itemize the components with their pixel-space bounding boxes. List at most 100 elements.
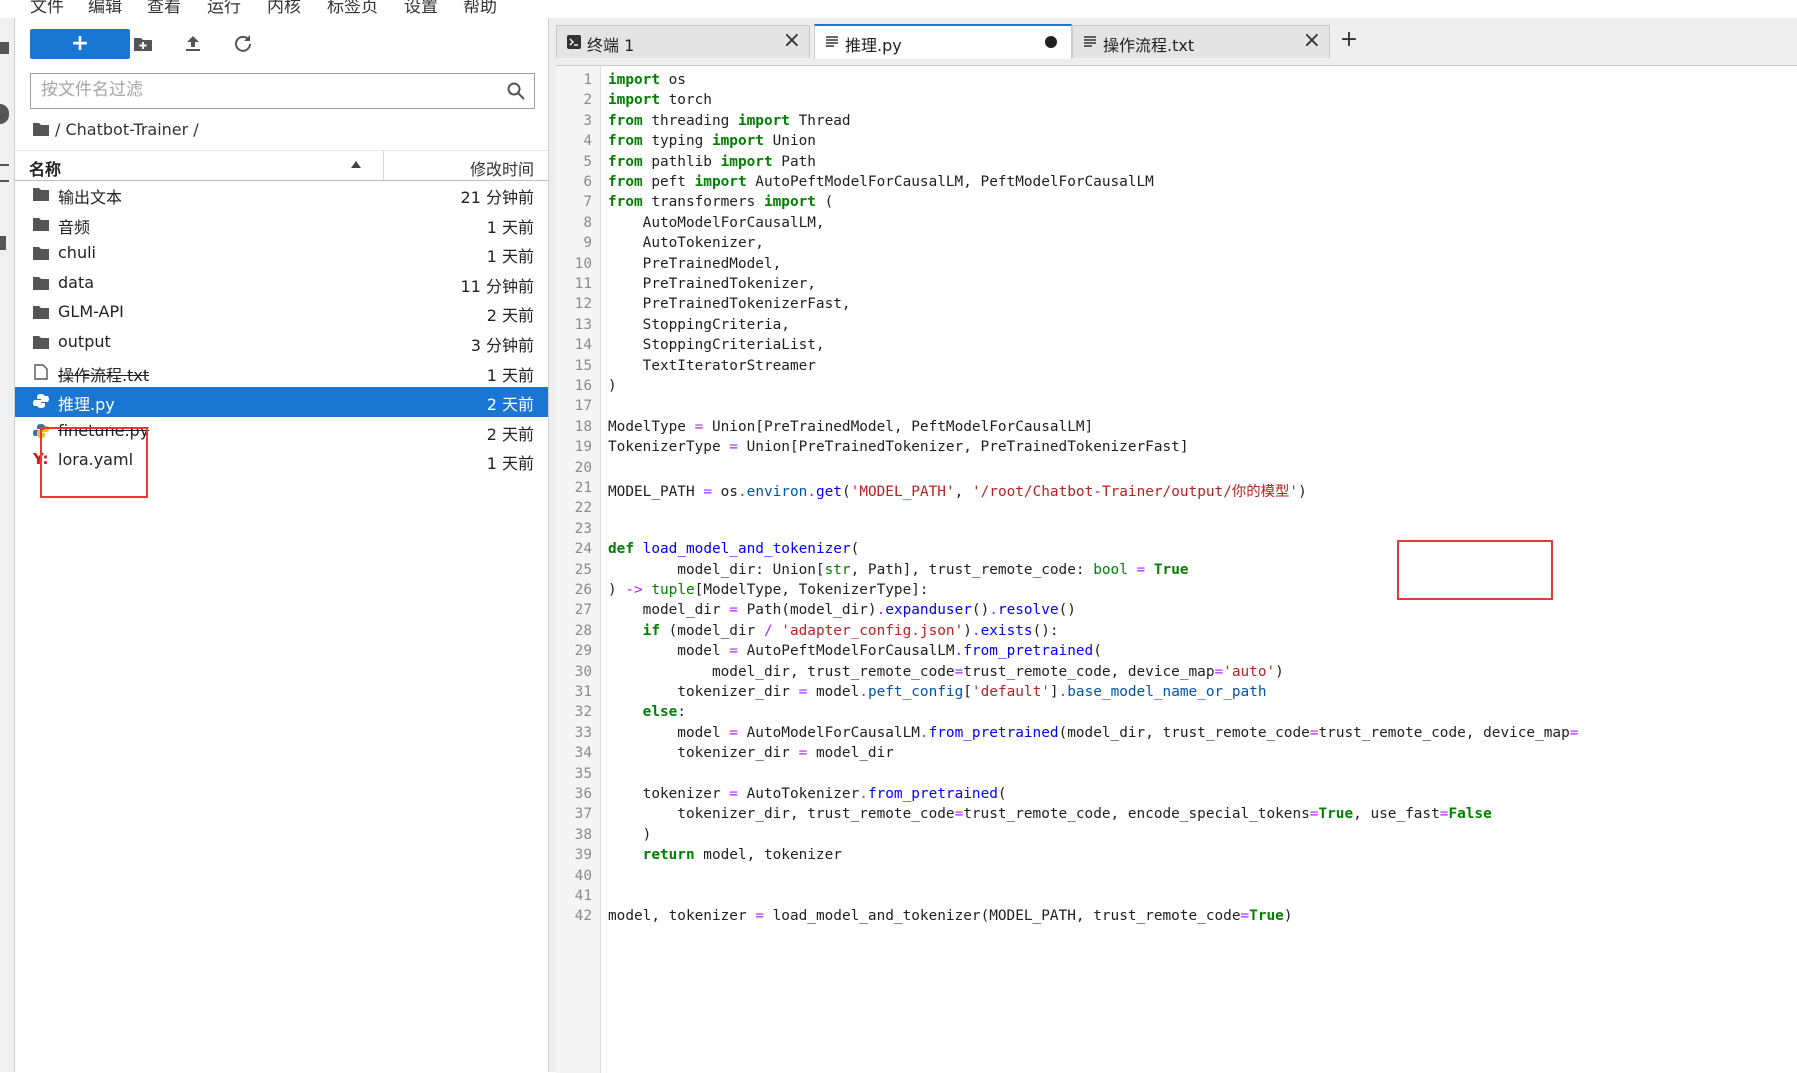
- code-text: MODEL_PATH = os.environ.get('MODEL_PATH'…: [608, 480, 1307, 501]
- code-editor[interactable]: 1 2 3 4 5 6 7 8 9 10 11 12 13 14 15 16 17 18 19 20 21 22 23 24 2…: [556, 65, 1797, 1073]
- filter-input[interactable]: [31, 74, 511, 106]
- refresh-button[interactable]: [230, 31, 256, 57]
- code-text: import torch: [608, 92, 712, 108]
- close-icon[interactable]: ×: [783, 28, 801, 53]
- extension-icon[interactable]: [0, 236, 6, 250]
- new-launcher-button[interactable]: +: [30, 29, 130, 59]
- code-text: AutoModelForCausalLM,: [608, 215, 825, 231]
- toc-icon[interactable]: [0, 164, 9, 182]
- code-token: =: [729, 602, 738, 619]
- code-token: load_model_and_tokenizer: [642, 541, 851, 558]
- menu-item[interactable]: 内核: [267, 0, 301, 17]
- code-text: TokenizerType = Union[PreTrainedTokenize…: [608, 439, 1189, 455]
- menu-item[interactable]: 查看: [147, 0, 181, 17]
- menu-item[interactable]: 文件: [30, 0, 64, 17]
- code-token: from_pretrained: [963, 643, 1094, 660]
- code-token: if: [642, 622, 660, 639]
- file-row[interactable]: 音频 1 天前: [15, 210, 548, 240]
- code-token: typing: [642, 133, 712, 150]
- python-icon: [33, 394, 49, 409]
- folder-icon: [33, 217, 49, 231]
- code-token: .: [1058, 684, 1068, 700]
- code-token: PreTrainedTokenizer,: [608, 276, 816, 292]
- breadcrumb-path[interactable]: / Chatbot-Trainer /: [55, 120, 199, 139]
- code-text: tokenizer_dir, trust_remote_code=trust_r…: [608, 806, 1492, 823]
- file-row[interactable]: 推理.py 2 天前: [15, 387, 548, 417]
- file-row[interactable]: chuli 1 天前: [15, 239, 548, 269]
- unsaved-dot-icon[interactable]: [1045, 36, 1057, 48]
- menu-bar: 文件 编辑 查看 运行 内核 标签页 设置 帮助: [0, 0, 1797, 18]
- code-line: import os: [556, 72, 1797, 92]
- code-token: False: [1448, 806, 1492, 823]
- menu-item[interactable]: 运行: [207, 0, 241, 17]
- code-line: ) -> tuple[ModelType, TokenizerType]:: [556, 582, 1797, 602]
- code-text: model_dir, trust_remote_code=trust_remot…: [608, 664, 1284, 680]
- code-token: PreTrainedModel,: [608, 255, 782, 272]
- code-token: .: [919, 724, 929, 741]
- code-token: else: [642, 704, 678, 721]
- code-text: from transformers import (: [608, 194, 833, 210]
- tab-terminal[interactable]: 终端 1 ×: [556, 25, 810, 58]
- code-text: import os: [608, 72, 686, 88]
- close-icon[interactable]: ×: [1303, 28, 1321, 53]
- code-token: tokenizer_dir: [608, 684, 799, 700]
- code-token: tokenizer_dir: [608, 745, 799, 762]
- code-text: from peft import AutoPeftModelForCausalL…: [608, 174, 1154, 190]
- code-token: 'auto': [1223, 663, 1276, 680]
- code-token: load_model_and_tokenizer(MODEL_PATH, tru…: [763, 908, 1241, 925]
- code-token: .: [954, 643, 964, 660]
- code-token: expanduser: [885, 602, 972, 619]
- folder-icon[interactable]: [33, 122, 49, 136]
- folder-tab-icon[interactable]: [0, 42, 9, 54]
- code-line: StoppingCriteriaList,: [556, 337, 1797, 357]
- code-token: (: [1093, 643, 1102, 660]
- file-row[interactable]: data 11 分钟前: [15, 269, 548, 299]
- file-modified-time: 21 分钟前: [460, 188, 534, 207]
- menu-item[interactable]: 帮助: [463, 0, 497, 17]
- code-line: import torch: [556, 92, 1797, 112]
- code-token: import: [720, 153, 773, 170]
- column-divider[interactable]: [383, 151, 384, 180]
- tab-inference-py[interactable]: 推理.py: [814, 24, 1072, 59]
- code-token: 'default': [971, 684, 1050, 700]
- code-text: AutoTokenizer,: [608, 235, 764, 251]
- code-line: StoppingCriteria,: [556, 317, 1797, 337]
- filter-box: [30, 73, 535, 109]
- editor-area: 终端 1 × 推理.py 操作流程.txt × + 1 2 3 4 5 6 7 8 9 10 11 1…: [549, 18, 1797, 1073]
- file-row[interactable]: 输出文本 21 分钟前: [15, 180, 548, 210]
- code-token: =: [694, 418, 704, 435]
- file-modified-time: 2 天前: [486, 424, 534, 444]
- code-token: True: [1153, 561, 1189, 578]
- menu-item[interactable]: 标签页: [327, 0, 378, 17]
- tab-workflow-txt[interactable]: 操作流程.txt ×: [1072, 25, 1330, 58]
- code-text: tokenizer = AutoTokenizer.from_pretraine…: [608, 786, 1007, 802]
- new-folder-button[interactable]: [130, 31, 156, 57]
- code-token: resolve: [997, 602, 1059, 619]
- code-token: =: [798, 684, 808, 700]
- column-header-modified[interactable]: 修改时间: [470, 156, 534, 180]
- code-token: trust_remote_code, device_map: [963, 663, 1215, 680]
- file-row[interactable]: 操作流程.txt 1 天前: [15, 358, 548, 388]
- column-header-name[interactable]: 名称: [29, 156, 61, 180]
- code-token: pathlib: [642, 153, 721, 170]
- code-line: from pathlib import Path: [556, 154, 1797, 174]
- add-tab-button[interactable]: +: [1335, 25, 1363, 57]
- code-line: ModelType = Union[PreTrainedModel, PeftM…: [556, 419, 1797, 439]
- menu-item[interactable]: 设置: [404, 0, 438, 17]
- menu-item[interactable]: 编辑: [88, 0, 122, 17]
- file-name: 推理.py: [58, 395, 115, 415]
- code-token: model: [608, 643, 730, 660]
- file-row[interactable]: GLM-API 2 天前: [15, 298, 548, 328]
- code-line: ): [556, 378, 1797, 398]
- file-name: output: [58, 331, 111, 351]
- running-icon[interactable]: [0, 104, 9, 124]
- file-modified-time: 1 天前: [486, 217, 534, 237]
- code-token: exists: [980, 622, 1033, 639]
- file-row[interactable]: output 3 分钟前: [15, 328, 548, 358]
- folder-icon: [33, 306, 49, 320]
- upload-button[interactable]: [180, 31, 206, 57]
- code-token: from: [608, 133, 643, 150]
- code-line: tokenizer = AutoTokenizer.from_pretraine…: [556, 786, 1797, 806]
